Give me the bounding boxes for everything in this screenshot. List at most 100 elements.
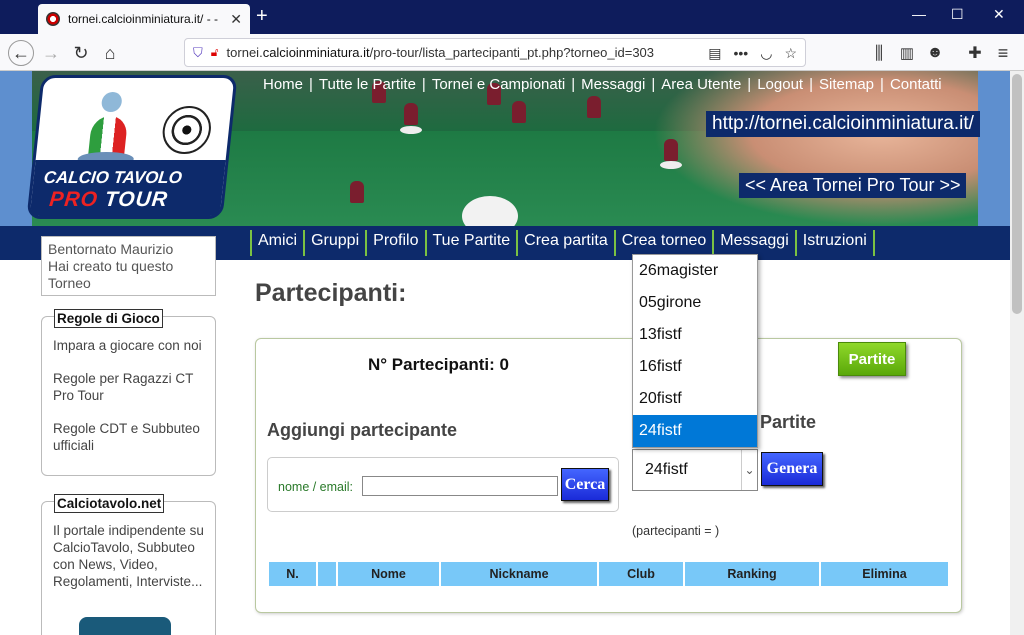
new-tab-icon[interactable]: + xyxy=(256,5,268,28)
calciotavolo-text[interactable]: Il portale indipendente su CalcioTavolo,… xyxy=(53,522,205,590)
url-bar[interactable]: ⛉ 🔓︎ tornei.calcioinminiatura.it/pro-tou… xyxy=(184,38,806,67)
creator-note: Hai creato tu questo Torneo xyxy=(48,258,174,291)
top-menu-tornei[interactable]: Tornei e Campionati xyxy=(432,76,565,93)
back-icon[interactable]: ← xyxy=(8,40,34,66)
format-select[interactable]: 24fistf ⌄ xyxy=(632,449,758,491)
calciotavolo-logo[interactable] xyxy=(79,617,171,635)
rules-box: Regole di Gioco Impara a giocare con noi… xyxy=(41,309,216,476)
figure xyxy=(587,96,601,118)
web-page: CALCIO TAVOLO PRO TOUR Home | Tutte le Pa… xyxy=(0,71,1010,635)
chevron-down-icon[interactable]: ⌄ xyxy=(741,450,757,490)
col-nickname: Nickname xyxy=(441,562,597,586)
more-actions-icon[interactable]: ••• xyxy=(734,45,749,62)
top-menu-sitemap[interactable]: Sitemap xyxy=(819,76,874,93)
col-empty xyxy=(318,562,336,586)
logo-subtitle: PRO TOUR xyxy=(48,188,170,211)
partite-button[interactable]: Partite xyxy=(838,342,906,376)
scrollbar-thumb[interactable] xyxy=(1012,74,1022,314)
genera-button[interactable]: Genera xyxy=(761,452,823,486)
site-favicon-icon xyxy=(46,12,60,26)
col-n: N. xyxy=(269,562,316,586)
page-title: Partecipanti: xyxy=(255,279,407,307)
col-club: Club xyxy=(599,562,683,586)
figure-base xyxy=(660,161,682,169)
participants-panel: N° Partecipanti: 0 Partite Aggiungi part… xyxy=(255,338,962,613)
menu-crea-torneo[interactable]: Crea torneo xyxy=(613,230,713,256)
menu-profilo[interactable]: Profilo xyxy=(365,230,424,256)
site-url-link[interactable]: http://tornei.calcioinminiatura.it/ xyxy=(706,111,980,137)
menu-crea-partita[interactable]: Crea partita xyxy=(516,230,614,256)
dropdown-option[interactable]: 16fistf xyxy=(633,351,757,383)
menu-messaggi[interactable]: Messaggi xyxy=(712,230,794,256)
menu-istruzioni[interactable]: Istruzioni xyxy=(794,230,875,256)
soccer-ball-icon xyxy=(160,106,214,154)
window-close-icon[interactable]: ✕ xyxy=(993,6,1005,23)
reader-view-icon[interactable]: ▤ xyxy=(708,45,721,62)
figure xyxy=(512,101,526,123)
dropdown-option[interactable]: 24fistf xyxy=(633,415,757,447)
calciotavolo-box: Calciotavolo.net Il portale indipendente… xyxy=(41,494,216,635)
dropdown-option[interactable]: 26magister xyxy=(633,255,757,287)
top-menu-tutte-partite[interactable]: Tutte le Partite xyxy=(319,76,416,93)
home-icon[interactable]: ⌂ xyxy=(97,40,123,66)
participants-table: N. Nome Nickname Club Ranking Elimina xyxy=(267,560,950,588)
calciotavolo-title: Calciotavolo.net xyxy=(54,494,165,513)
figure xyxy=(350,181,364,203)
browser-tab[interactable]: tornei.calcioinminiatura.it/ - - ✕ xyxy=(38,4,250,34)
format-select-value: 24fistf xyxy=(645,461,688,478)
rules-link[interactable]: Regole CDT e Subbuteo ufficiali xyxy=(53,420,205,454)
insecure-lock-icon[interactable]: 🔓︎ xyxy=(211,45,219,60)
format-dropdown-list: 26magister 05girone 13fistf 16fistf 20fi… xyxy=(632,254,758,448)
top-menu-logout[interactable]: Logout xyxy=(757,76,803,93)
account-icon[interactable]: ☻ xyxy=(922,40,948,66)
browser-tab-bar: tornei.calcioinminiatura.it/ - - ✕ + — ☐… xyxy=(0,0,1024,34)
reload-icon[interactable]: ↻ xyxy=(68,40,94,66)
dropdown-option[interactable]: 05girone xyxy=(633,287,757,319)
library-icon[interactable]: ⫼ xyxy=(866,40,892,66)
pocket-icon[interactable]: ◡ xyxy=(760,45,772,62)
top-menu-home[interactable]: Home xyxy=(263,76,303,93)
participants-count: N° Partecipanti: 0 xyxy=(368,355,509,374)
bookmark-star-icon[interactable]: ☆ xyxy=(784,45,797,62)
menu-gruppi[interactable]: Gruppi xyxy=(303,230,365,256)
extensions-icon[interactable]: ✚ xyxy=(962,40,988,66)
site-logo[interactable]: CALCIO TAVOLO PRO TOUR xyxy=(26,75,238,219)
dropdown-option[interactable]: 20fistf xyxy=(633,383,757,415)
top-menu-messaggi[interactable]: Messaggi xyxy=(581,76,645,93)
search-box: nome / email: Cerca xyxy=(267,457,619,512)
top-menu: Home | Tutte le Partite | Tornei e Campion… xyxy=(263,76,942,93)
col-elimina: Elimina xyxy=(821,562,948,586)
area-tornei-link[interactable]: << Area Tornei Pro Tour >> xyxy=(739,173,967,198)
user-box: Bentornato Maurizio Hai creato tu questo… xyxy=(41,236,216,296)
minimize-icon[interactable]: — xyxy=(912,6,926,22)
sidebar-icon[interactable]: ▥ xyxy=(894,40,920,66)
tab-title: tornei.calcioinminiatura.it/ - - xyxy=(68,12,219,26)
forward-icon[interactable]: → xyxy=(38,40,64,66)
col-ranking: Ranking xyxy=(685,562,819,586)
add-participant-title: Aggiungi partecipante xyxy=(267,420,458,440)
cerca-button[interactable]: Cerca xyxy=(561,468,609,501)
menu-tue-partite[interactable]: Tue Partite xyxy=(424,230,517,256)
rules-link[interactable]: Regole per Ragazzi CT Pro Tour xyxy=(53,370,205,404)
figure-base xyxy=(400,126,422,134)
menu-amici[interactable]: Amici xyxy=(250,230,303,256)
welcome-text: Bentornato Maurizio xyxy=(48,241,174,257)
figure xyxy=(664,139,678,161)
rules-link[interactable]: Impara a giocare con noi xyxy=(53,337,205,354)
participants-note: (partecipanti = ) xyxy=(632,524,720,538)
col-nome: Nome xyxy=(338,562,439,586)
url-text: tornei.calcioinminiatura.it/pro-tour/lis… xyxy=(226,45,655,60)
table-header-row: N. Nome Nickname Club Ranking Elimina xyxy=(269,562,948,586)
search-input[interactable] xyxy=(362,476,558,496)
top-menu-area-utente[interactable]: Area Utente xyxy=(661,76,741,93)
top-menu-contatti[interactable]: Contatti xyxy=(890,76,942,93)
logo-title: CALCIO TAVOLO xyxy=(42,168,183,187)
maximize-icon[interactable]: ☐ xyxy=(951,6,964,23)
hand-image xyxy=(652,71,978,226)
figure xyxy=(404,103,418,125)
browser-nav-bar: ← → ↻ ⌂ ⛉ 🔓︎ tornei.calcioinminiatura.it… xyxy=(0,34,1024,71)
menu-icon[interactable]: ≡ xyxy=(990,40,1016,66)
close-tab-icon[interactable]: ✕ xyxy=(230,11,242,28)
tracking-shield-icon[interactable]: ⛉ xyxy=(193,45,203,61)
dropdown-option[interactable]: 13fistf xyxy=(633,319,757,351)
